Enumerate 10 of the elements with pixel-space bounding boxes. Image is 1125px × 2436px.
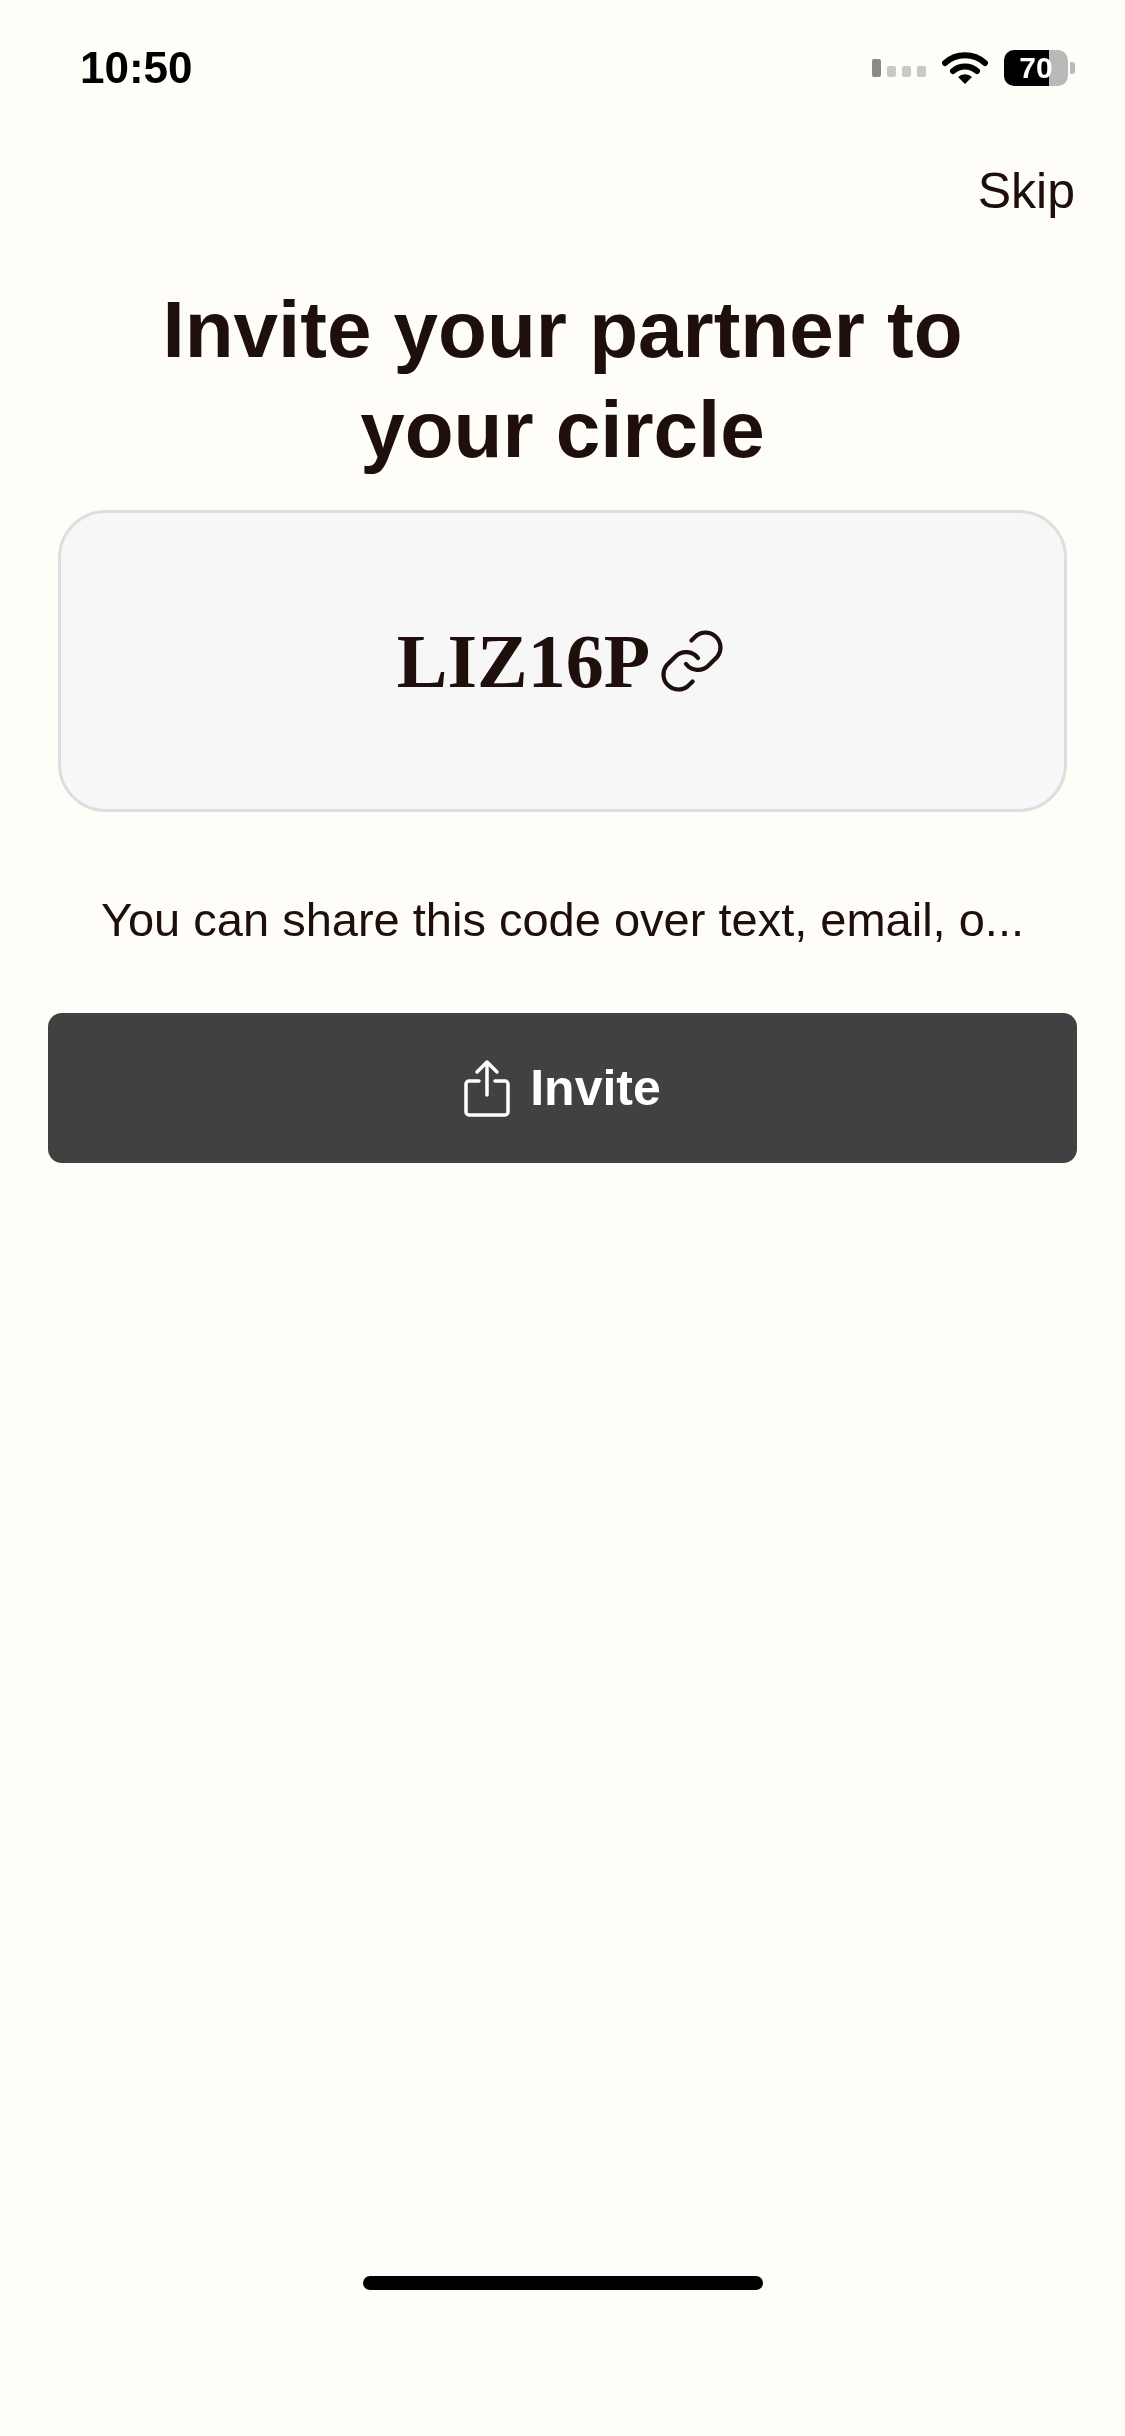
status-time: 10:50 [80, 43, 193, 93]
invite-button[interactable]: Invite [48, 1013, 1077, 1163]
signal-icon [872, 59, 926, 77]
invite-code: LIZ16P [396, 617, 651, 705]
code-card[interactable]: LIZ16P [58, 510, 1067, 812]
share-description: You can share this code over text, email, o... [99, 892, 1026, 947]
share-icon [464, 1059, 511, 1117]
wifi-icon [942, 51, 988, 85]
skip-button[interactable]: Skip [977, 162, 1075, 220]
title: Invite your partner to your circle [161, 284, 964, 476]
